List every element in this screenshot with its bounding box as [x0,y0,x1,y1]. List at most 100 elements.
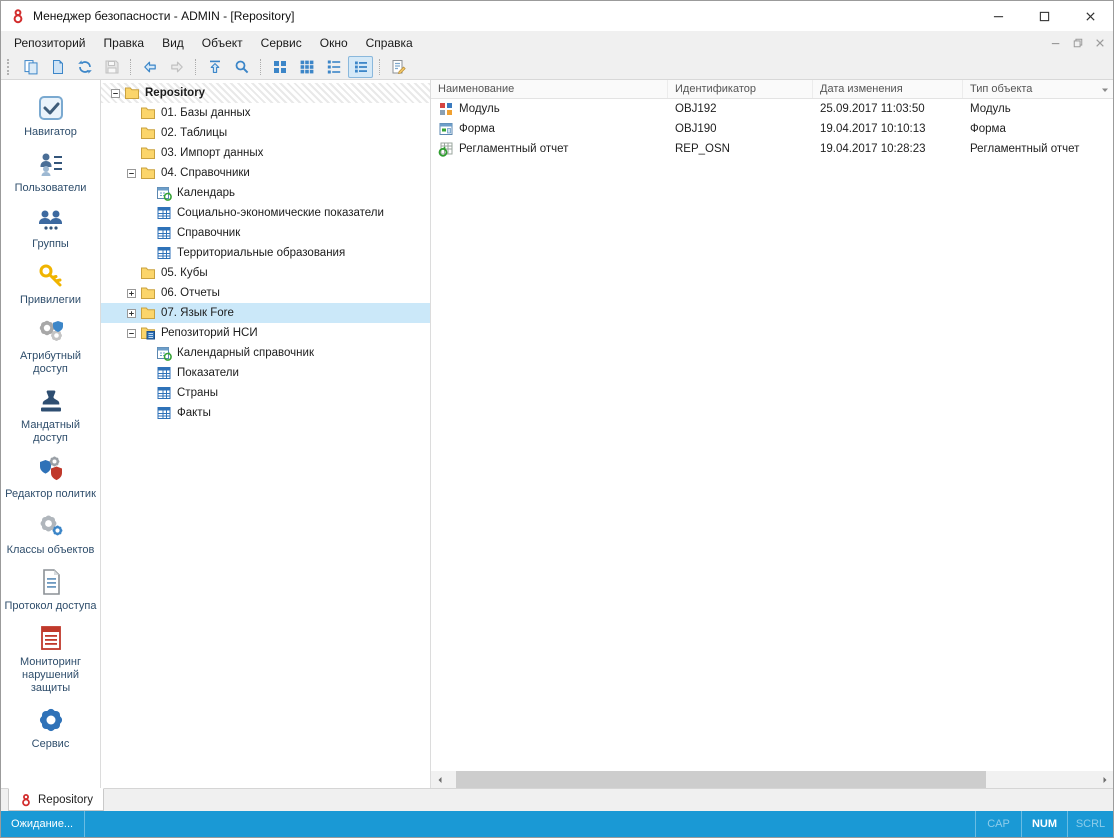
tree-node[interactable]: Факты [101,403,430,423]
table-cell: OBJ190 [668,119,813,139]
menu-repository[interactable]: Репозиторий [5,31,95,54]
sidebar-item-object-classes[interactable]: Классы объектов [2,507,100,563]
sidebar-item-navigator[interactable]: Навигатор [2,89,100,145]
table-cell: 19.04.2017 10:10:13 [813,119,963,139]
column-filter-icon[interactable] [1100,85,1110,95]
tree-node[interactable]: Показатели [101,363,430,383]
status-indicator-num: NUM [1021,811,1067,837]
tree-node-label: 01. Базы данных [161,107,251,119]
view-small-icons-button[interactable] [294,56,319,78]
tree-node-label: Показатели [177,367,239,379]
tree-node[interactable]: Repository [101,83,430,103]
menu-edit[interactable]: Правка [95,31,154,54]
open-object-button[interactable] [45,56,70,78]
scroll-left-button[interactable] [431,771,448,788]
table-cell: Форма [963,119,1113,139]
sidebar-item-label: Привилегии [20,294,81,306]
view-large-icons-button[interactable] [267,56,292,78]
sidebar-item-mandatory-access[interactable]: Мандатный доступ [2,382,100,451]
sidebar-item-privileges[interactable]: Привилегии [2,257,100,313]
sidebar-item-attribute-access[interactable]: Атрибутный доступ [2,313,100,382]
expander-plus-icon[interactable] [127,308,136,318]
tab-label: Repository [38,793,93,806]
table-row[interactable]: Форма OBJ190 19.04.2017 10:10:13 Форма [431,119,1113,139]
mdi-restore-button[interactable] [1073,38,1083,48]
toolbar-grip[interactable] [7,58,12,75]
sidebar-item-groups[interactable]: Группы [2,201,100,257]
column-header[interactable]: Тип объекта [963,80,1113,98]
tree-node-label: Repository [145,87,206,99]
scroll-right-button[interactable] [1096,771,1113,788]
up-level-button[interactable] [202,56,227,78]
tree-node[interactable]: Территориальные образования [101,243,430,263]
new-object-button[interactable] [18,56,43,78]
tree-node[interactable]: Справочник [101,223,430,243]
column-header[interactable]: Наименование [431,80,668,98]
cell-text: Регламентный отчет [970,143,1080,155]
column-header[interactable]: Дата изменения [813,80,963,98]
tree-node[interactable]: 02. Таблицы [101,123,430,143]
mdi-close-button[interactable] [1095,38,1105,48]
sidebar-item-violation-monitoring[interactable]: Мониторинг нарушений защиты [2,619,100,701]
sidebar-item-label: Группы [32,238,69,250]
users-icon [37,150,65,178]
maximize-button[interactable] [1021,1,1067,31]
refresh-button[interactable] [72,56,97,78]
back-button[interactable] [137,56,162,78]
menu-view[interactable]: Вид [153,31,193,54]
table-row[interactable]: Регламентный отчет REP_OSN 19.04.2017 10:2… [431,139,1113,159]
tree-node[interactable]: Календарный справочник [101,343,430,363]
stamp-icon [37,387,65,415]
tree-node[interactable]: 03. Импорт данных [101,143,430,163]
minimize-button[interactable] [975,1,1021,31]
menu-window[interactable]: Окно [311,31,357,54]
scrollbar-thumb[interactable] [456,771,986,788]
tree-node[interactable]: Социально-экономические показатели [101,203,430,223]
forward-button[interactable] [164,56,189,78]
tree-node[interactable]: Страны [101,383,430,403]
status-indicator-cap: CAP [975,811,1021,837]
sidebar-item-access-log[interactable]: Протокол доступа [2,563,100,619]
close-button[interactable] [1067,1,1113,31]
sidebar-item-service[interactable]: Сервис [2,701,100,757]
tree-node[interactable]: 05. Кубы [101,263,430,283]
menu-service[interactable]: Сервис [252,31,311,54]
expander-plus-icon[interactable] [127,288,136,298]
dictionary-icon [156,225,172,241]
tree-node[interactable]: 06. Отчеты [101,283,430,303]
menu-object[interactable]: Объект [193,31,252,54]
status-text: Ожидание... [1,811,85,837]
app-logo-icon [19,793,33,807]
expander-minus-icon[interactable] [127,168,136,178]
expander-minus-icon[interactable] [111,88,120,98]
tree-node-label: Социально-экономические показатели [177,207,384,219]
folder-icon [140,305,156,321]
table-row[interactable]: Модуль OBJ192 25.09.2017 11:03:50 Модуль [431,99,1113,119]
tree-node[interactable]: 04. Справочники [101,163,430,183]
sidebar-item-users[interactable]: Пользователи [2,145,100,201]
column-header[interactable]: Идентификатор [668,80,813,98]
view-details-button[interactable] [348,55,373,78]
save-button[interactable] [99,56,124,78]
tree-node-label: 04. Справочники [161,167,250,179]
tab-strip: Repository [1,788,1113,811]
mdi-minimize-button[interactable] [1051,38,1061,48]
folder-icon [124,85,140,101]
tree-node-label: 05. Кубы [161,267,208,279]
mdi-close-icon [1095,38,1105,48]
tab-repository[interactable]: Repository [8,788,104,811]
view-list-button[interactable] [321,56,346,78]
toolbar-buttons [17,55,412,78]
tree-node[interactable]: 01. Базы данных [101,103,430,123]
sidebar-item-policy-editor[interactable]: Редактор политик [2,451,100,507]
search-button[interactable] [229,56,254,78]
menu-help[interactable]: Справка [357,31,422,54]
tree-node[interactable]: Календарь [101,183,430,203]
tree-node[interactable]: 07. Язык Fore [101,303,430,323]
properties-button[interactable] [386,56,411,78]
scrollbar-track[interactable] [448,771,1096,788]
tree-node[interactable]: Репозиторий НСИ [101,323,430,343]
expander-minus-icon[interactable] [127,328,136,338]
